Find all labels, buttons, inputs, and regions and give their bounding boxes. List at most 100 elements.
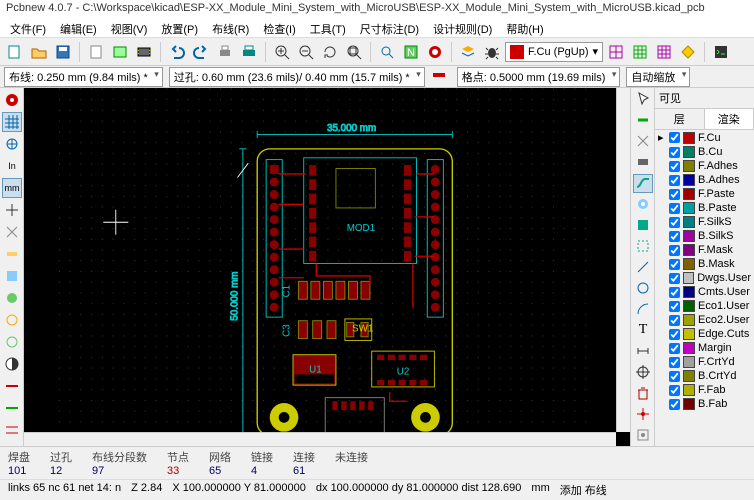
layer-row[interactable]: B.Adhes [655,173,754,187]
layer-visible-checkbox[interactable] [669,203,680,214]
menu-edit[interactable]: 编辑(E) [54,20,103,35]
layer-visible-checkbox[interactable] [669,343,680,354]
layer-visible-checkbox[interactable] [669,245,680,256]
layer-visible-checkbox[interactable] [669,231,680,242]
layer-color-swatch[interactable] [683,244,695,256]
layer-color-swatch[interactable] [683,132,695,144]
layer-visible-checkbox[interactable] [669,399,680,410]
menu-inspect[interactable]: 检查(I) [257,20,301,35]
show-zone-icon[interactable] [2,266,22,286]
plot-icon[interactable] [238,41,260,63]
mode2-icon[interactable] [2,398,22,418]
layer-row[interactable]: B.Fab [655,397,754,411]
layer-color-swatch[interactable] [683,300,695,312]
pad-outline-icon[interactable] [2,288,22,308]
grid-origin-icon[interactable] [633,425,653,444]
drc-icon[interactable] [424,41,446,63]
grid1-icon[interactable] [605,41,627,63]
grid-icon[interactable] [2,112,22,132]
layer-visible-checkbox[interactable] [669,161,680,172]
layer-row[interactable]: Eco1.User [655,299,754,313]
zoom-out-icon[interactable] [295,41,317,63]
layer-color-swatch[interactable] [683,398,695,410]
layer-row[interactable]: B.Cu [655,145,754,159]
layer-color-swatch[interactable] [683,328,695,340]
vertical-scrollbar[interactable] [616,88,630,432]
trace-width-combo[interactable]: 布线: 0.250 mm (9.84 mils) * [4,67,163,87]
add-dimension-icon[interactable] [633,341,653,360]
menu-file[interactable]: 文件(F) [4,20,52,35]
cursor-icon[interactable] [633,90,653,109]
layer-color-swatch[interactable] [683,314,695,326]
script-icon[interactable] [710,41,732,63]
grid4-icon[interactable] [677,41,699,63]
menu-route[interactable]: 布线(R) [206,20,255,35]
contrast-icon[interactable] [2,354,22,374]
layer-row[interactable]: B.Mask [655,257,754,271]
mode3-icon[interactable] [2,420,22,440]
cursor-shape-icon[interactable] [2,200,22,220]
layer-color-swatch[interactable] [683,272,695,284]
layer-visible-checkbox[interactable] [669,147,680,158]
layer-row[interactable]: F.Adhes [655,159,754,173]
layer-visible-checkbox[interactable] [669,371,680,382]
layer-visible-checkbox[interactable] [669,217,680,228]
layer-row[interactable]: B.Paste [655,201,754,215]
netlist-icon[interactable]: N [400,41,422,63]
grid3-icon[interactable] [653,41,675,63]
bug-icon[interactable] [481,41,503,63]
sheet-icon[interactable] [109,41,131,63]
layer-visible-checkbox[interactable] [669,357,680,368]
add-module-icon[interactable] [633,153,653,172]
zoom-redraw-icon[interactable] [319,41,341,63]
via-size-combo[interactable]: 过孔: 0.60 mm (23.6 mils)/ 0.40 mm (15.7 m… [169,67,425,87]
layer-color-swatch[interactable] [683,202,695,214]
local-ratsnest-icon[interactable] [633,132,653,151]
layer-row[interactable]: Dwgs.User [655,271,754,285]
open-icon[interactable] [28,41,50,63]
auto-del-icon[interactable] [2,244,22,264]
redo-icon[interactable] [190,41,212,63]
layer-row[interactable]: F.CrtYd [655,355,754,369]
pcb-canvas[interactable]: 35.000 mm 50.000 mm MOD1 [24,88,630,446]
layer-visible-checkbox[interactable] [669,259,680,270]
layer-visible-checkbox[interactable] [669,385,680,396]
layer-row[interactable]: F.Mask [655,243,754,257]
highlight-net-icon[interactable] [633,111,653,130]
layer-color-swatch[interactable] [683,216,695,228]
grid2-icon[interactable] [629,41,651,63]
layer-row[interactable]: F.Paste [655,187,754,201]
tab-render[interactable]: 渲染 [705,109,754,129]
add-arc-icon[interactable] [633,299,653,318]
zoom-fit-icon[interactable] [343,41,365,63]
place-origin-icon[interactable] [633,404,653,423]
mode1-icon[interactable] [2,376,22,396]
add-via-icon[interactable] [633,195,653,214]
save-icon[interactable] [52,41,74,63]
grid-combo[interactable]: 格点: 0.5000 mm (19.69 mils) [457,67,621,87]
layer-color-swatch[interactable] [683,370,695,382]
page-settings-icon[interactable] [85,41,107,63]
layer-color-swatch[interactable] [683,258,695,270]
layer-row[interactable]: B.CrtYd [655,369,754,383]
track-outline-icon[interactable] [2,332,22,352]
layer-row[interactable]: Margin [655,341,754,355]
add-text-icon[interactable]: T [633,320,653,339]
inch-unit-icon[interactable]: In [2,156,22,176]
layer-color-swatch[interactable] [683,356,695,368]
layer-color-swatch[interactable] [683,286,695,298]
add-line-icon[interactable] [633,258,653,277]
menu-view[interactable]: 视图(V) [105,20,154,35]
layer-visible-checkbox[interactable] [669,273,680,284]
layer-color-swatch[interactable] [683,188,695,200]
menu-help[interactable]: 帮助(H) [500,20,549,35]
drc-off-icon[interactable] [2,90,22,110]
zoom-in-icon[interactable] [271,41,293,63]
layer-row[interactable]: B.SilkS [655,229,754,243]
layer-setup-icon[interactable] [457,41,479,63]
layer-row[interactable]: Edge.Cuts [655,327,754,341]
add-keepout-icon[interactable] [633,237,653,256]
menu-place[interactable]: 放置(P) [155,20,204,35]
ratsnest-icon[interactable] [2,222,22,242]
zoom-combo[interactable]: 自动缩放 [626,67,690,87]
